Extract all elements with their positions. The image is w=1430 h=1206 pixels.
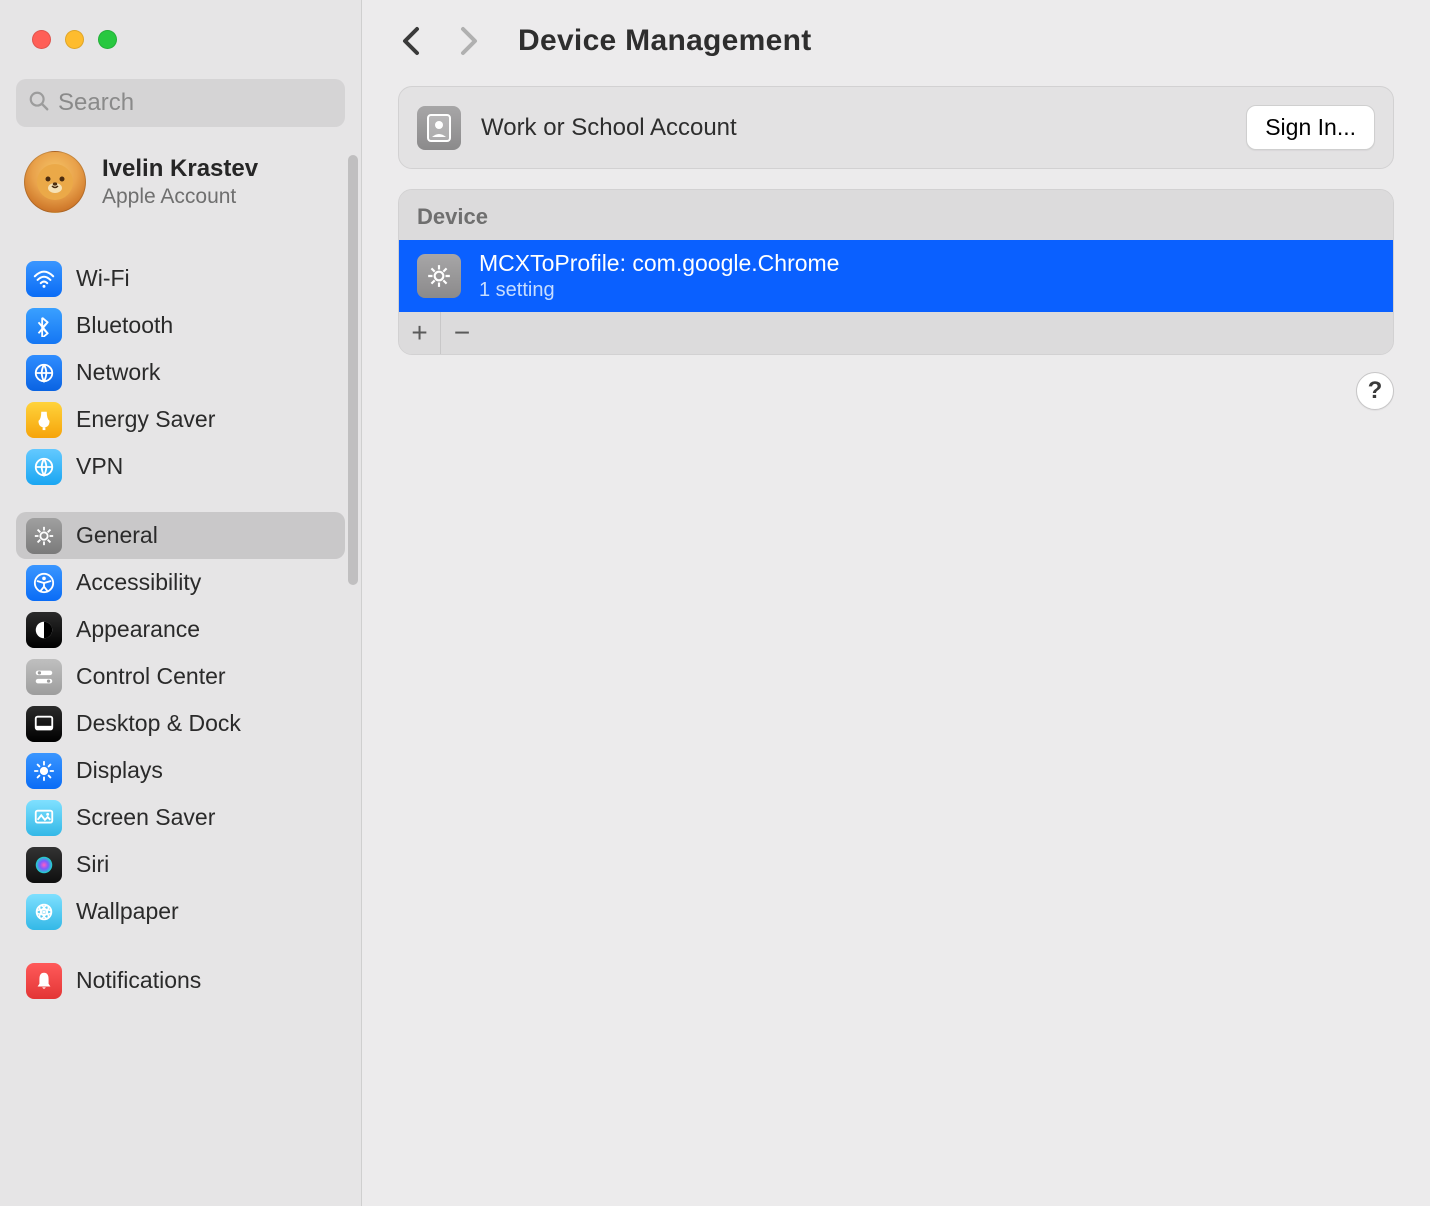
profiles-list: MCXToProfile: com.google.Chrome1 setting bbox=[399, 240, 1393, 312]
apple-account-row[interactable]: Ivelin Krastev Apple Account bbox=[0, 127, 361, 233]
sidebar-item-label: Energy Saver bbox=[76, 406, 215, 433]
energy-icon bbox=[26, 402, 62, 438]
screensaver-icon bbox=[26, 800, 62, 836]
minimize-window-button[interactable] bbox=[65, 30, 84, 49]
sidebar-item-appearance[interactable]: Appearance bbox=[16, 606, 345, 653]
display-icon bbox=[26, 753, 62, 789]
sign-in-button[interactable]: Sign In... bbox=[1246, 105, 1375, 150]
sidebar-item-screen-saver[interactable]: Screen Saver bbox=[16, 794, 345, 841]
window-controls bbox=[0, 0, 361, 49]
profile-title: MCXToProfile: com.google.Chrome bbox=[479, 250, 839, 277]
sidebar-item-control-center[interactable]: Control Center bbox=[16, 653, 345, 700]
sidebar-item-siri[interactable]: Siri bbox=[16, 841, 345, 888]
device-section-header: Device bbox=[399, 190, 1393, 240]
sidebar-item-notifications[interactable]: Notifications bbox=[16, 957, 345, 1004]
sidebar-nav: Wi-Fi Bluetooth Network Energy Saver VPN Gene… bbox=[0, 233, 361, 1206]
id-badge-icon bbox=[417, 106, 461, 150]
maximize-window-button[interactable] bbox=[98, 30, 117, 49]
sidebar-item-label: Wallpaper bbox=[76, 898, 179, 925]
header: Device Management bbox=[398, 18, 1394, 86]
sidebar-item-label: Screen Saver bbox=[76, 804, 215, 831]
vpn-icon bbox=[26, 449, 62, 485]
work-school-account-card: Work or School Account Sign In... bbox=[398, 86, 1394, 169]
switches-icon bbox=[26, 659, 62, 695]
sidebar-item-label: General bbox=[76, 522, 158, 549]
sidebar-item-displays[interactable]: Displays bbox=[16, 747, 345, 794]
page-title: Device Management bbox=[518, 24, 812, 58]
accessibility-icon bbox=[26, 565, 62, 601]
sidebar-item-wi-fi[interactable]: Wi-Fi bbox=[16, 255, 345, 302]
search-icon bbox=[28, 90, 50, 117]
search-input[interactable] bbox=[58, 89, 333, 117]
sidebar-item-bluetooth[interactable]: Bluetooth bbox=[16, 302, 345, 349]
sidebar-item-label: Displays bbox=[76, 757, 163, 784]
add-profile-button[interactable]: + bbox=[399, 312, 441, 354]
search-field[interactable] bbox=[16, 79, 345, 127]
sidebar-item-label: Wi-Fi bbox=[76, 265, 130, 292]
sidebar-item-label: Appearance bbox=[76, 616, 200, 643]
account-name: Ivelin Krastev bbox=[102, 155, 258, 183]
wallpaper-icon bbox=[26, 894, 62, 930]
sidebar-item-label: Accessibility bbox=[76, 569, 201, 596]
profile-subtitle: 1 setting bbox=[479, 279, 839, 302]
close-window-button[interactable] bbox=[32, 30, 51, 49]
sidebar-item-label: Network bbox=[76, 359, 160, 386]
sidebar: Ivelin Krastev Apple Account Wi-Fi Blueto… bbox=[0, 0, 362, 1206]
sidebar-item-label: VPN bbox=[76, 453, 123, 480]
sidebar-item-desktop-dock[interactable]: Desktop & Dock bbox=[16, 700, 345, 747]
avatar bbox=[24, 151, 86, 213]
remove-profile-button[interactable]: − bbox=[441, 312, 483, 354]
bluetooth-icon bbox=[26, 308, 62, 344]
sidebar-item-label: Control Center bbox=[76, 663, 226, 690]
back-button[interactable] bbox=[398, 27, 426, 55]
sidebar-item-label: Desktop & Dock bbox=[76, 710, 241, 737]
sidebar-scrollbar[interactable] bbox=[348, 155, 358, 585]
dock-icon bbox=[26, 706, 62, 742]
account-subtitle: Apple Account bbox=[102, 185, 258, 209]
gear-icon bbox=[26, 518, 62, 554]
profile-gear-icon bbox=[417, 254, 461, 298]
device-profiles-card: Device MCXToProfile: com.google.Chrome1 … bbox=[398, 189, 1394, 355]
sidebar-item-wallpaper[interactable]: Wallpaper bbox=[16, 888, 345, 935]
profile-row[interactable]: MCXToProfile: com.google.Chrome1 setting bbox=[399, 240, 1393, 312]
sidebar-item-general[interactable]: General bbox=[16, 512, 345, 559]
forward-button[interactable] bbox=[454, 27, 482, 55]
sidebar-item-accessibility[interactable]: Accessibility bbox=[16, 559, 345, 606]
appearance-icon bbox=[26, 612, 62, 648]
sidebar-item-label: Notifications bbox=[76, 967, 201, 994]
help-button[interactable]: ? bbox=[1356, 372, 1394, 410]
siri-icon bbox=[26, 847, 62, 883]
profiles-list-footer: + − bbox=[399, 312, 1393, 354]
wifi-icon bbox=[26, 261, 62, 297]
main-content: Device Management Work or School Account… bbox=[362, 0, 1430, 1206]
work-school-account-label: Work or School Account bbox=[481, 114, 1226, 142]
notifications-icon bbox=[26, 963, 62, 999]
sidebar-item-network[interactable]: Network bbox=[16, 349, 345, 396]
sidebar-item-energy-saver[interactable]: Energy Saver bbox=[16, 396, 345, 443]
network-icon bbox=[26, 355, 62, 391]
sidebar-item-vpn[interactable]: VPN bbox=[16, 443, 345, 490]
sidebar-item-label: Siri bbox=[76, 851, 109, 878]
sidebar-item-label: Bluetooth bbox=[76, 312, 173, 339]
